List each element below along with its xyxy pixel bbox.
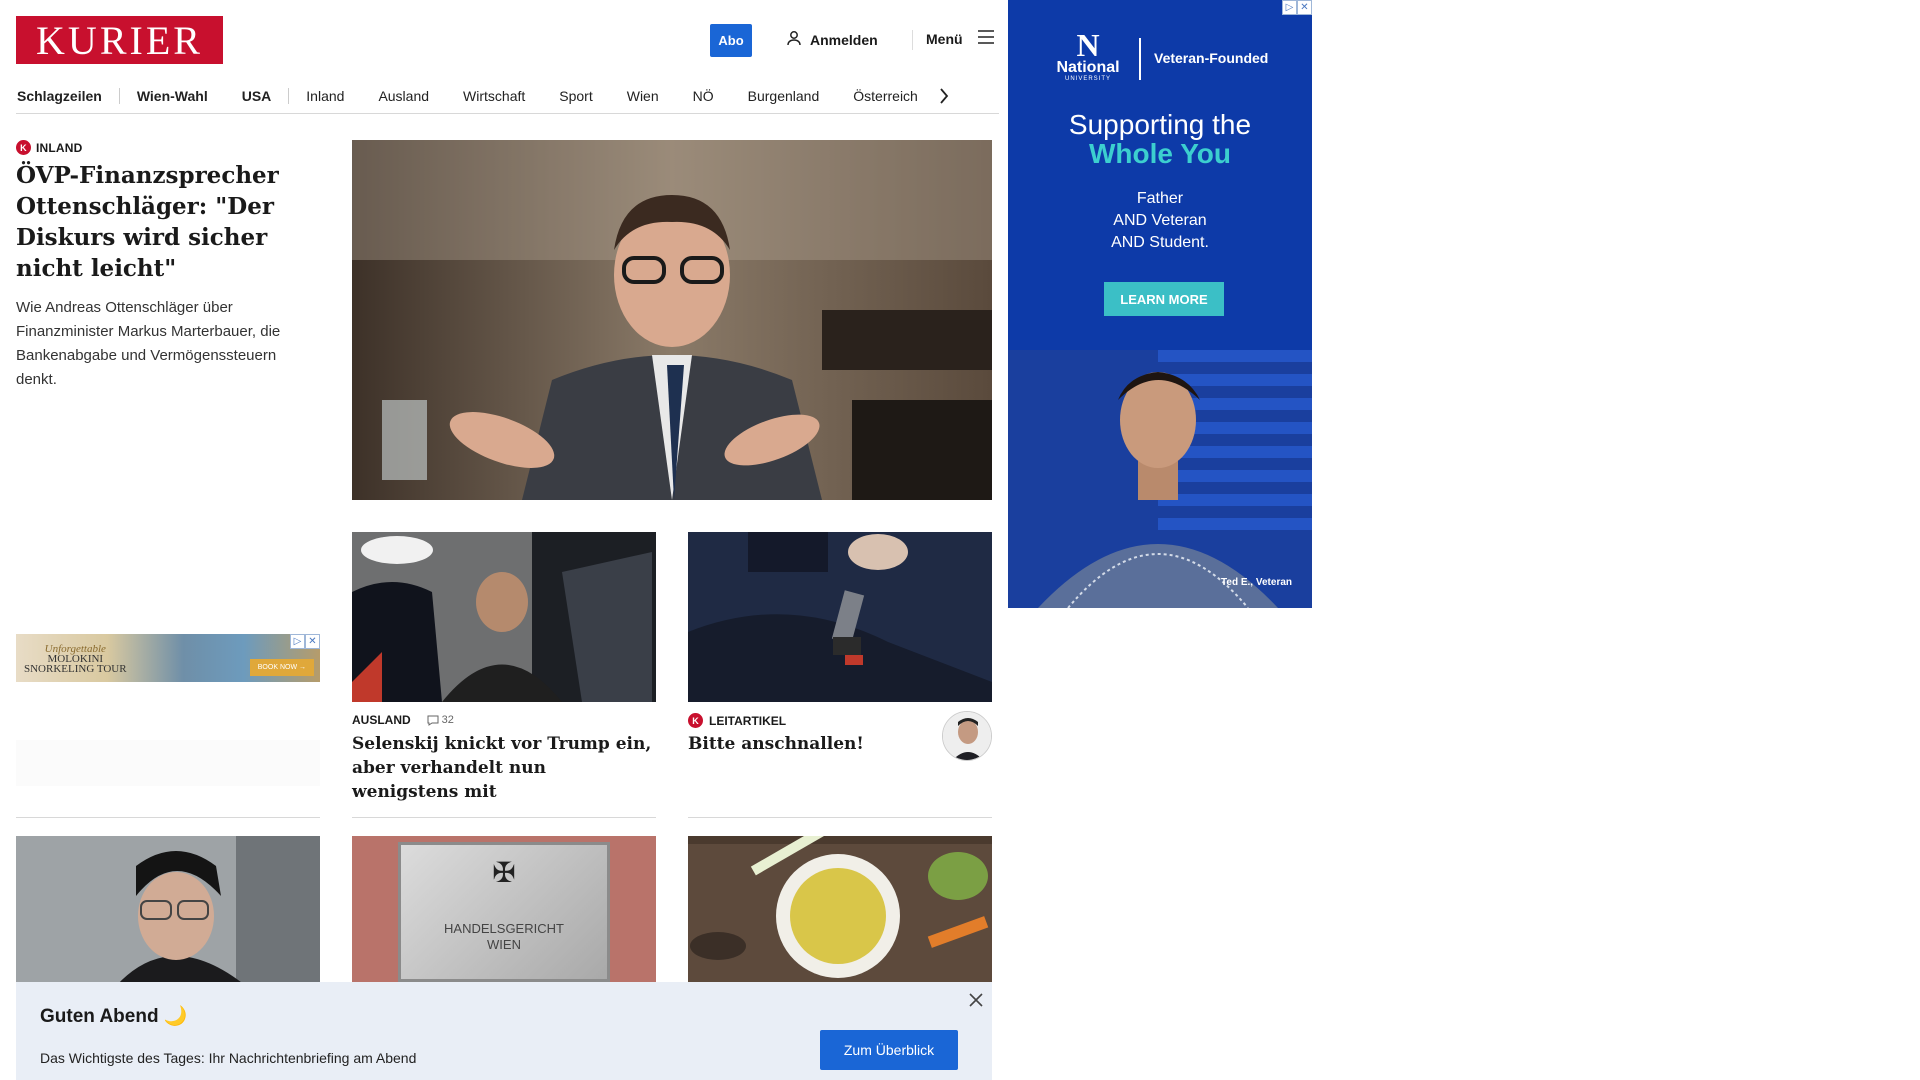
lead-teaser[interactable]: Wie Andreas Ottenschläger über Finanzmin…: [16, 296, 316, 392]
nav-item-wien-wahl[interactable]: Wien-Wahl: [120, 88, 225, 104]
author-avatar[interactable]: [942, 711, 992, 761]
card-divider: [352, 817, 656, 818]
adchoices[interactable]: ▷ ✕: [290, 634, 320, 649]
chevron-right-icon[interactable]: [939, 87, 949, 104]
card-category-label: LEITARTIKEL: [709, 713, 787, 728]
adchoices[interactable]: ▷ ✕: [1282, 0, 1312, 15]
nav-item-usa[interactable]: USA: [225, 88, 289, 104]
ad-body-2: AND Veteran: [1113, 212, 1207, 229]
card-category-label: AUSLAND: [352, 713, 411, 727]
nav-item-burgenland[interactable]: Burgenland: [731, 88, 837, 104]
card-image-portrait[interactable]: [16, 836, 320, 986]
login-label: Anmelden: [810, 31, 878, 48]
adchoices-icon[interactable]: ▷: [1282, 0, 1297, 15]
briefing-title: Guten Abend 🌙: [40, 1004, 188, 1028]
card-image-selenskij[interactable]: [352, 532, 656, 702]
card-headline-selenskij[interactable]: Selenskij knickt vor Trump ein, aber ver…: [352, 732, 656, 804]
ad-body-1: Father: [1136, 190, 1184, 207]
ad-body-3: AND Student.: [1111, 234, 1209, 251]
card-divider: [16, 817, 320, 818]
ad-line-2: SNORKELING TOUR: [24, 663, 127, 675]
kurier-k-icon: K: [16, 140, 31, 155]
login-button[interactable]: Anmelden: [786, 30, 878, 49]
abo-button[interactable]: Abo: [710, 24, 752, 57]
card-divider: [688, 817, 992, 818]
section-nav: Schlagzeilen Wien-Wahl USA Inland Auslan…: [16, 78, 999, 114]
close-icon[interactable]: [966, 990, 986, 1010]
nu-logo-name: National: [1056, 59, 1120, 76]
nav-item-wien[interactable]: Wien: [610, 88, 676, 104]
card-category-ausland: AUSLAND 32: [352, 713, 454, 727]
ad-headline-1: Supporting the: [1068, 109, 1252, 140]
ad-close-icon[interactable]: ✕: [1297, 0, 1312, 15]
book-now-button[interactable]: BOOK NOW →: [249, 659, 314, 676]
ad-body: Father AND Veteran AND Student.: [1008, 188, 1312, 254]
nav-item-inland[interactable]: Inland: [289, 88, 361, 104]
card-image-handelsgericht[interactable]: ✠ HANDELSGERICHT WIEN: [352, 836, 656, 986]
briefing-overview-button[interactable]: Zum Überblick: [820, 1030, 958, 1070]
nav-item-noe[interactable]: NÖ: [676, 88, 731, 104]
lead-image[interactable]: [352, 140, 992, 500]
snorkeling-ad[interactable]: Unforgettable MOLOKINI SNORKELING TOUR B…: [16, 634, 320, 682]
ad-tagline: Veteran-Founded: [1154, 50, 1269, 66]
nav-item-schlagzeilen[interactable]: Schlagzeilen: [16, 88, 119, 104]
adchoices-icon[interactable]: ▷: [290, 634, 305, 649]
nav-item-wirtschaft[interactable]: Wirtschaft: [446, 88, 542, 104]
comment-icon: [427, 715, 439, 726]
eagle-icon: ✠: [492, 857, 516, 888]
sign-line-1: HANDELSGERICHT: [444, 921, 564, 936]
ad-photo: Ted E., Veteran: [1008, 350, 1312, 608]
sign-line-2: WIEN: [487, 937, 521, 952]
ad-placeholder: [16, 740, 320, 786]
nav-item-oesterreich[interactable]: Österreich: [836, 88, 935, 104]
moon-icon: 🌙: [163, 1006, 188, 1027]
lead-category-label: INLAND: [36, 140, 83, 155]
briefing-text: Das Wichtigste des Tages: Ihr Nachrichte…: [40, 1050, 417, 1066]
nav-item-ausland[interactable]: Ausland: [361, 88, 446, 104]
nu-logo: N National UNIVERSITY: [1048, 27, 1128, 82]
card-image-seatbelt[interactable]: [688, 532, 992, 702]
snorkeling-ad-text: Unforgettable MOLOKINI SNORKELING TOUR: [24, 644, 127, 675]
lead-headline[interactable]: ÖVP-Finanzsprecher Ottenschläger: "Der D…: [16, 160, 326, 284]
card-category-leitartikel: K LEITARTIKEL: [688, 713, 786, 728]
kurier-k-icon: K: [688, 713, 703, 728]
nav-item-sport[interactable]: Sport: [542, 88, 609, 104]
lead-category: K INLAND: [16, 140, 83, 155]
evening-briefing-banner: Guten Abend 🌙 Das Wichtigste des Tages: …: [16, 982, 992, 1080]
ad-headline: Supporting the Whole You: [1008, 110, 1312, 168]
hamburger-icon: [977, 30, 995, 47]
briefing-title-text: Guten Abend: [40, 1006, 159, 1027]
learn-more-button[interactable]: LEARN MORE: [1104, 282, 1224, 316]
user-icon: [786, 30, 802, 49]
ad-close-icon[interactable]: ✕: [305, 634, 320, 649]
nu-logo-sub: UNIVERSITY: [1064, 76, 1111, 82]
comment-count[interactable]: 32: [427, 714, 454, 726]
ad-headline-2: Whole You: [1088, 138, 1232, 169]
card-headline-anschnallen[interactable]: Bitte anschnallen!: [688, 732, 928, 756]
header-divider: [912, 30, 913, 50]
nu-logo-mark: N: [1076, 27, 1100, 63]
ad-caption: Ted E., Veteran: [1221, 577, 1292, 588]
card-image-soup[interactable]: [688, 836, 992, 986]
logo-divider: [1139, 38, 1141, 80]
kurier-logo[interactable]: KURIER: [16, 16, 223, 64]
menu-label: Menü: [926, 30, 963, 47]
comment-count-value: 32: [441, 714, 454, 726]
national-university-ad[interactable]: ▷ ✕ N National UNIVERSITY Veteran-Founde…: [1008, 0, 1312, 608]
menu-button[interactable]: Menü: [926, 30, 995, 47]
